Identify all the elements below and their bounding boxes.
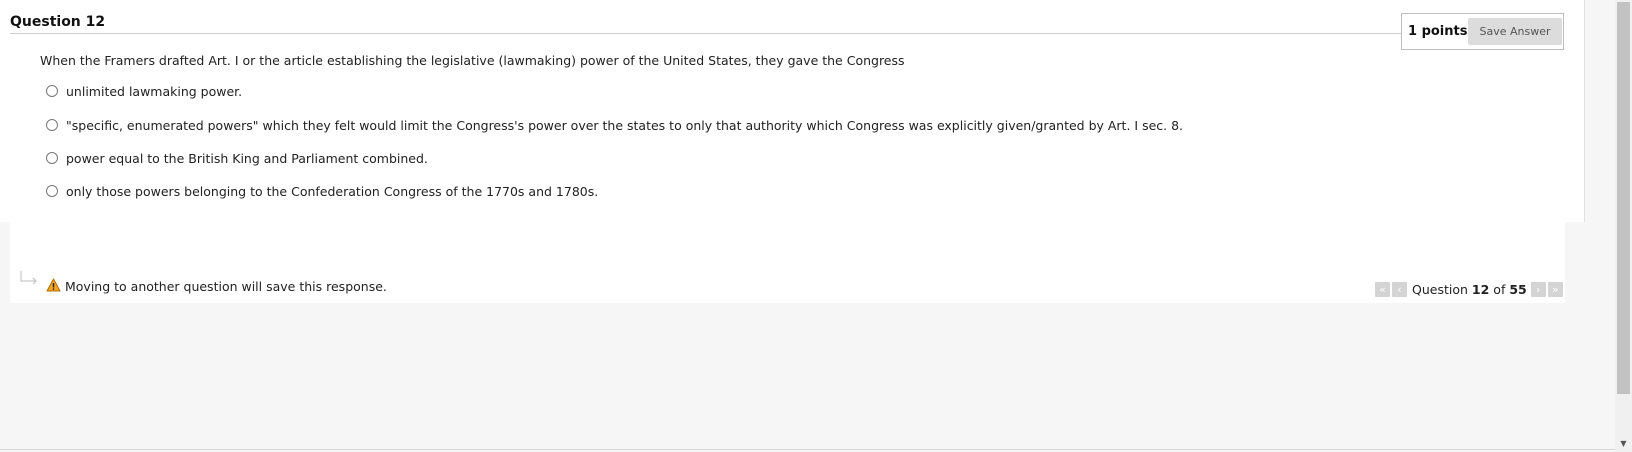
title-divider: [10, 33, 1402, 34]
answer-option-4[interactable]: only those powers belonging to the Confe…: [46, 182, 598, 200]
bottom-border: [0, 449, 1615, 450]
answer-option-1[interactable]: unlimited lawmaking power.: [46, 82, 242, 100]
answer-option-3[interactable]: power equal to the British King and Parl…: [46, 149, 428, 167]
vertical-scrollbar[interactable]: ▼: [1615, 0, 1632, 452]
scroll-down-arrow-icon[interactable]: ▼: [1615, 435, 1632, 452]
answer-option-2[interactable]: "specific, enumerated powers" which they…: [46, 116, 1183, 134]
answer-option-label: only those powers belonging to the Confe…: [66, 183, 599, 199]
scrollbar-thumb[interactable]: [1617, 2, 1630, 394]
radio-button[interactable]: [46, 152, 58, 164]
radio-button[interactable]: [46, 185, 58, 197]
question-text: When the Framers drafted Art. I or the a…: [40, 53, 905, 68]
question-counter: Question 12 of 55: [1412, 282, 1527, 297]
chevron-left-icon[interactable]: ‹: [1392, 282, 1407, 297]
save-warning-text: Moving to another question will save thi…: [65, 279, 387, 294]
radio-button[interactable]: [46, 119, 58, 131]
double-chevron-left-icon[interactable]: «: [1375, 282, 1390, 297]
question-navigation: « ‹ Question 12 of 55 › »: [1375, 281, 1565, 298]
radio-button[interactable]: [46, 85, 58, 97]
save-answer-button[interactable]: Save Answer: [1468, 18, 1562, 45]
answer-option-label: power equal to the British King and Parl…: [66, 150, 428, 166]
chevron-right-icon[interactable]: ›: [1530, 282, 1546, 297]
question-title: Question 12: [10, 14, 106, 30]
question-card: Question 12 1 points Save Answer When th…: [0, 0, 1585, 222]
points-label: 1 points: [1408, 24, 1468, 39]
points-box: 1 points Save Answer: [1401, 13, 1564, 50]
answer-option-label: unlimited lawmaking power.: [66, 83, 243, 99]
return-arrow-icon: [20, 271, 37, 285]
warning-triangle-icon: [46, 278, 61, 292]
answer-option-label: "specific, enumerated powers" which they…: [66, 117, 1184, 133]
double-chevron-right-icon[interactable]: »: [1547, 282, 1563, 297]
